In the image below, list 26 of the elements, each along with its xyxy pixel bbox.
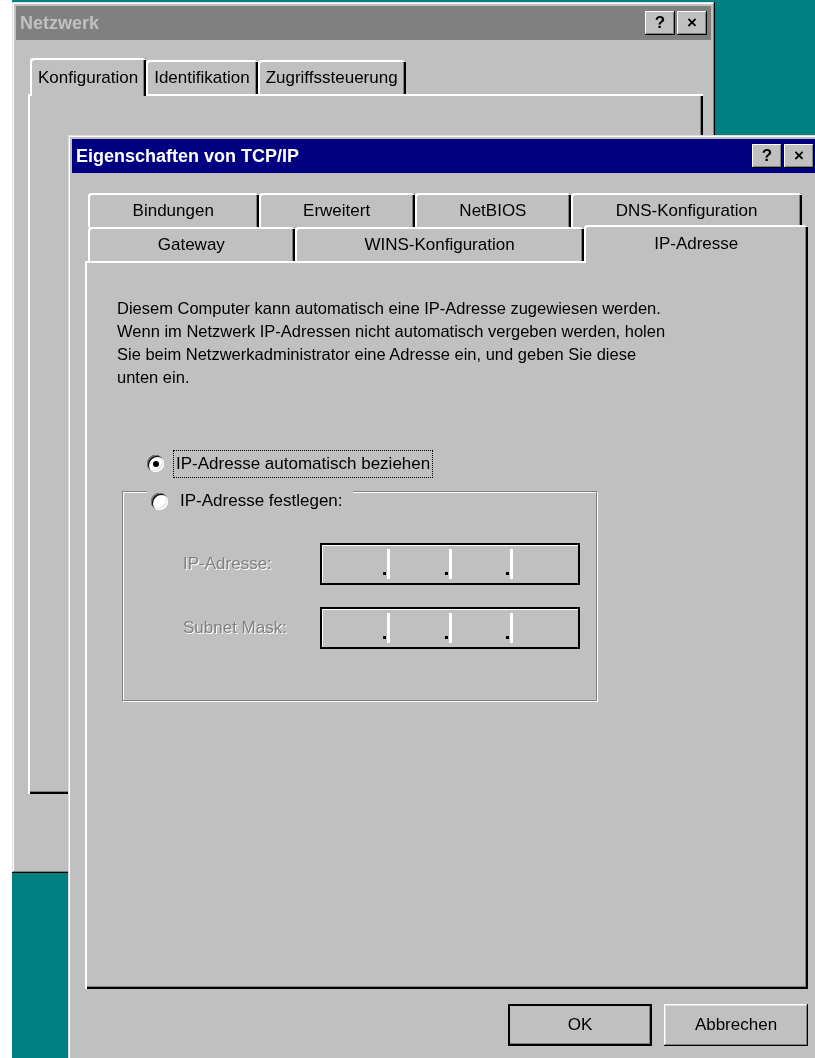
- help-button[interactable]: ?: [752, 144, 782, 168]
- close-button[interactable]: ×: [677, 11, 707, 35]
- radio-button[interactable]: [147, 455, 164, 473]
- tab[interactable]: DNS-Konfiguration: [571, 193, 802, 227]
- field-label: IP-Adresse:: [183, 553, 273, 576]
- cancel-button[interactable]: Abbrechen: [664, 1004, 808, 1046]
- tab[interactable]: Zugriffssteuerung: [257, 60, 406, 94]
- tab[interactable]: NetBIOS: [414, 193, 572, 227]
- close-button[interactable]: ×: [784, 144, 814, 168]
- description-text: Diesem Computer kann automatisch eine IP-Adresse zugewiesen werden. Wenn im Netzwerk IP-Adressen nicht automatisch vergeben werden, holen Sie beim Netzwerkadministrator eine Adresse ein, und geben Sie diese unten ein.: [117, 298, 667, 388]
- tab[interactable]: Bindungen: [88, 193, 259, 227]
- ip-address-field[interactable]: [320, 607, 580, 649]
- field-label: Subnet Mask:: [183, 617, 288, 640]
- radio-button[interactable]: [151, 492, 168, 510]
- option-label[interactable]: IP-Adresse automatisch beziehen: [174, 451, 433, 477]
- tab[interactable]: Identifikation: [146, 60, 258, 94]
- tab[interactable]: Erweitert: [258, 193, 415, 227]
- tab[interactable]: WINS-Konfiguration: [294, 227, 585, 261]
- help-button[interactable]: ?: [645, 11, 675, 35]
- window-title: Eigenschaften von TCP/IP: [76, 144, 301, 168]
- ok-button[interactable]: OK: [508, 1004, 652, 1046]
- window-title: Netzwerk: [20, 11, 101, 35]
- tab[interactable]: Gateway: [88, 227, 295, 261]
- tab[interactable]: IP-Adresse: [584, 225, 808, 263]
- tab[interactable]: Konfiguration: [30, 58, 147, 96]
- ip-address-field[interactable]: [320, 543, 580, 585]
